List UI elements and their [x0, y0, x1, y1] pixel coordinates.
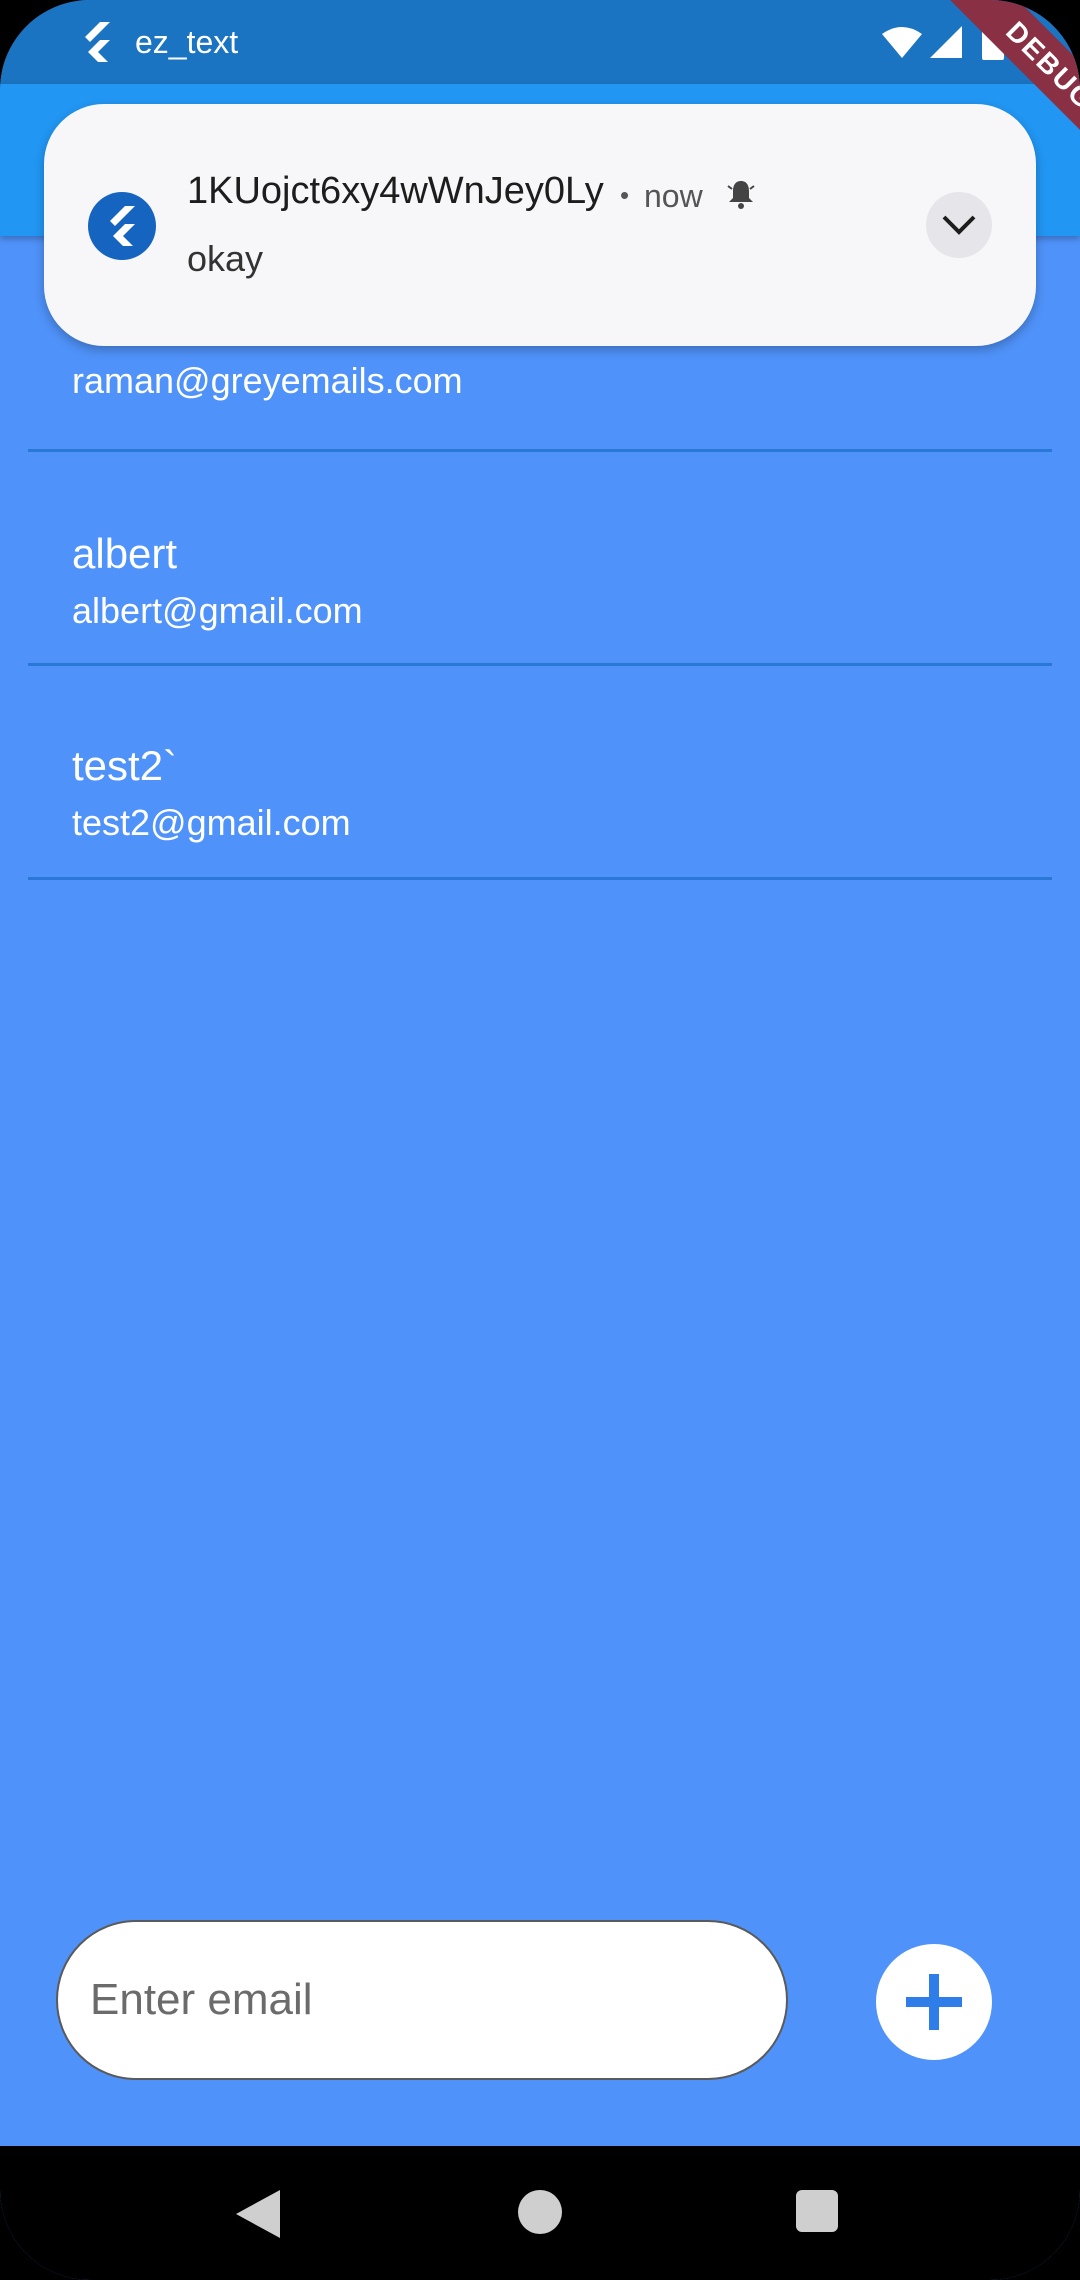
flutter-logo-icon: [85, 22, 110, 62]
contact-name: albert: [72, 530, 178, 577]
home-icon[interactable]: [518, 2190, 562, 2234]
chevron-down-icon: [942, 215, 976, 235]
back-icon[interactable]: [236, 2190, 280, 2238]
notification-message: okay: [187, 238, 264, 279]
recents-icon[interactable]: [796, 2190, 838, 2232]
bell-icon: [727, 181, 755, 209]
plus-icon: [906, 1974, 962, 2030]
contact-email: raman@greyemails.com: [72, 360, 463, 401]
expand-notification-button[interactable]: [926, 192, 992, 258]
status-bar: ez_text: [0, 0, 1080, 84]
notification-time: now: [644, 178, 703, 214]
contact-name: test2`: [72, 742, 178, 789]
signal-icon: [930, 26, 962, 58]
notification-separator: •: [620, 180, 630, 210]
wifi-icon: [882, 27, 922, 58]
status-app-label: ez_text: [135, 24, 239, 60]
email-input[interactable]: [56, 1920, 788, 2080]
contact-email: albert@gmail.com: [72, 590, 363, 631]
phone-screen: ez_text DEBUG raman@greyemails.com alber…: [0, 0, 1080, 2280]
system-nav-bar: [0, 2146, 1080, 2280]
flutter-app-icon: [88, 192, 156, 260]
notification-card[interactable]: 1KUojct6xy4wWnJey0Ly • now okay: [44, 104, 1036, 346]
list-item[interactable]: test2` test2@gmail.com: [28, 666, 1052, 880]
contact-email: test2@gmail.com: [72, 802, 351, 843]
add-button[interactable]: [876, 1944, 992, 2060]
list-item[interactable]: albert albert@gmail.com: [28, 452, 1052, 666]
notification-title: 1KUojct6xy4wWnJey0Ly: [187, 170, 604, 212]
